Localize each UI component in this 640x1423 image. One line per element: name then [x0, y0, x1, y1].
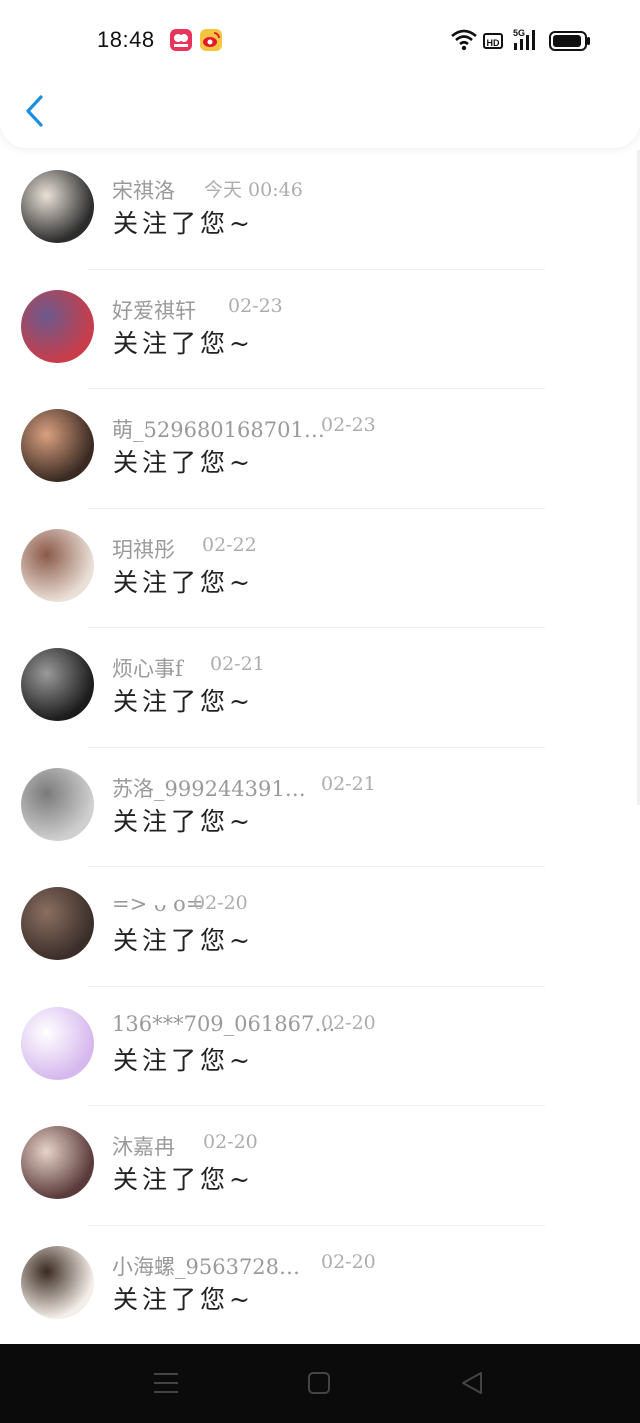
notification-row[interactable]: 苏洛_999244391… 02-21 关注了您~ — [0, 748, 640, 867]
menu-icon[interactable] — [152, 1370, 180, 1396]
notification-row[interactable]: 沐嘉冉 02-20 关注了您~ — [0, 1106, 640, 1226]
user-name[interactable]: 玥祺彤 02-22 — [112, 534, 257, 564]
network-type-label: 5G — [513, 28, 525, 38]
notification-row[interactable]: 小海螺_9563728… 02-20 关注了您~ — [0, 1226, 640, 1345]
user-name[interactable]: => ᴗ o= 02-20 — [112, 892, 248, 916]
user-name-text: 萌_529680168701… — [112, 418, 325, 442]
user-name[interactable]: 好爱祺轩 02-23 — [112, 295, 283, 325]
user-name[interactable]: 沐嘉冉 02-20 — [112, 1131, 258, 1161]
user-avatar[interactable] — [21, 1245, 94, 1319]
user-name[interactable]: 136***709_061867… 02-20 — [112, 1011, 376, 1036]
notification-row[interactable]: 烦心事f 02-21 关注了您~ — [0, 628, 640, 748]
user-name-text: 小海螺_9563728… — [112, 1254, 301, 1279]
user-name[interactable]: 烦心事f 02-21 — [112, 653, 265, 683]
user-avatar[interactable] — [21, 887, 94, 960]
notification-row[interactable]: 玥祺彤 02-22 关注了您~ — [0, 509, 640, 628]
notification-row[interactable]: => ᴗ o= 02-20 关注了您~ — [0, 867, 640, 987]
notification-message: 关注了您~ — [113, 1284, 254, 1314]
app-notification-icon — [170, 29, 192, 51]
notification-row[interactable]: 好爱祺轩 02-23 关注了您~ — [0, 270, 640, 389]
back-button[interactable] — [22, 92, 48, 130]
user-name-text: => ᴗ o= — [112, 892, 204, 916]
notification-date: 02-20 — [203, 1131, 258, 1153]
notification-date: 今天 00:46 — [204, 179, 303, 201]
top-header: 18:48 HD 5G — [0, 0, 640, 148]
notification-message: 关注了您~ — [113, 1165, 254, 1194]
notification-date: 02-21 — [321, 772, 376, 795]
user-avatar[interactable] — [21, 409, 94, 482]
avatar-image — [21, 767, 94, 841]
notification-message: 关注了您~ — [113, 926, 254, 955]
notification-date: 02-22 — [202, 533, 257, 556]
notification-date: 02-23 — [321, 414, 376, 436]
user-avatar[interactable] — [21, 767, 94, 841]
notification-row[interactable]: 萌_529680168701… 02-23 关注了您~ — [0, 389, 640, 509]
notification-message: 关注了您~ — [113, 448, 254, 477]
avatar-image — [21, 887, 94, 960]
user-name[interactable]: 苏洛_999244391… 02-21 — [112, 773, 376, 803]
notification-date: 02-20 — [321, 1011, 376, 1034]
signal-icon: 5G — [512, 27, 542, 55]
home-square-icon[interactable] — [307, 1370, 331, 1396]
avatar-image — [21, 1126, 94, 1199]
user-name[interactable]: 萌_529680168701… 02-23 — [112, 414, 376, 444]
notification-message: 关注了您~ — [113, 806, 254, 836]
user-name-text: 沐嘉冉 — [112, 1135, 175, 1159]
notification-message: 关注了您~ — [113, 209, 254, 238]
avatar-image — [21, 170, 94, 243]
notification-date: 02-20 — [193, 892, 248, 914]
avatar-image — [21, 528, 94, 602]
user-avatar[interactable] — [21, 289, 94, 363]
user-name-text: 136***709_061867… — [112, 1011, 336, 1036]
user-name-text: 苏洛_999244391… — [112, 776, 306, 801]
notification-row[interactable]: 宋祺洛 今天 00:46 关注了您~ — [0, 150, 640, 270]
status-time: 18:48 — [97, 27, 155, 52]
notification-date: 02-20 — [321, 1250, 376, 1273]
user-name[interactable]: 小海螺_9563728… 02-20 — [112, 1251, 376, 1281]
user-name-text: 宋祺洛 — [112, 179, 175, 203]
notification-message: 关注了您~ — [113, 1045, 254, 1075]
user-name[interactable]: 宋祺洛 今天 00:46 — [112, 175, 303, 205]
notification-row[interactable]: 136***709_061867… 02-20 关注了您~ — [0, 987, 640, 1106]
battery-icon — [549, 31, 591, 55]
user-name-text: 烦心事f — [112, 657, 183, 681]
notification-message: 关注了您~ — [113, 567, 254, 597]
user-name-text: 好爱祺轩 — [112, 298, 196, 323]
user-avatar[interactable] — [21, 1006, 94, 1080]
notification-message: 关注了您~ — [113, 328, 254, 358]
user-avatar[interactable] — [21, 1126, 94, 1199]
user-name-text: 玥祺彤 — [112, 537, 175, 562]
hd-voice-icon: HD — [483, 33, 503, 49]
avatar-image — [21, 1006, 94, 1080]
user-avatar[interactable] — [21, 170, 94, 243]
avatar-image — [21, 648, 94, 721]
notification-date: 02-23 — [228, 294, 283, 317]
user-avatar[interactable] — [21, 528, 94, 602]
wifi-icon — [451, 29, 477, 51]
avatar-image — [21, 289, 94, 363]
system-navigation-bar — [0, 1344, 640, 1423]
follower-notification-list: 宋祺洛 今天 00:46 关注了您~ 好爱祺轩 02-23 关注了您~ 萌_52968016… — [0, 150, 640, 1345]
status-bar: 18:48 HD 5G — [0, 0, 640, 80]
notification-date: 02-21 — [210, 653, 265, 675]
user-avatar[interactable] — [21, 648, 94, 721]
chevron-left-icon — [26, 95, 43, 127]
weibo-notification-icon — [200, 29, 222, 51]
avatar-image — [21, 1245, 94, 1319]
avatar-image — [21, 409, 94, 482]
notification-message: 关注了您~ — [113, 687, 254, 716]
back-triangle-icon[interactable] — [459, 1370, 485, 1396]
